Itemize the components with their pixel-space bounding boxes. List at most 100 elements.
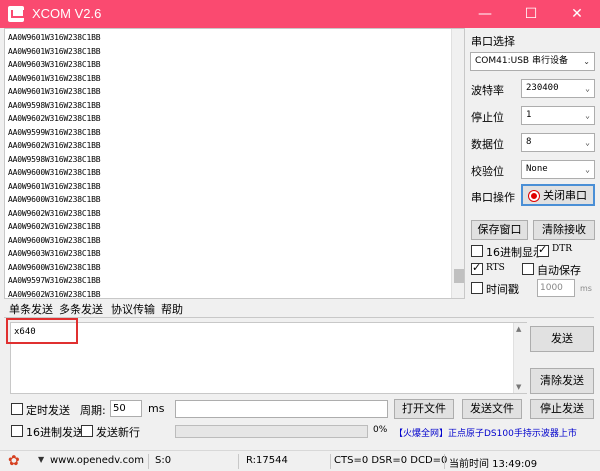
parity-label: 校验位 bbox=[471, 165, 504, 178]
receive-line: AA0W9598W316W238C1BB bbox=[8, 154, 101, 164]
period-unit: ms bbox=[148, 402, 165, 415]
gear-icon[interactable]: ✿ bbox=[8, 453, 20, 469]
baud-select[interactable]: 230400 ⌄ bbox=[521, 79, 595, 98]
clear-send-button[interactable]: 清除发送 bbox=[530, 368, 594, 394]
dtr-checkbox[interactable] bbox=[537, 243, 549, 257]
send-scrollbar[interactable]: ▲ ▼ bbox=[513, 323, 527, 393]
receive-line: AA0W9600W316W238C1BB bbox=[8, 235, 101, 245]
line-status: CTS=0 DSR=0 DCD=0 bbox=[334, 455, 448, 466]
app-icon bbox=[8, 6, 25, 22]
receive-textarea[interactable]: AA0W9601W316W238C1BB AA0W9601W316W238C1BB… bbox=[4, 28, 465, 299]
timestamp-interval-input[interactable]: 1000 bbox=[537, 279, 575, 297]
stop-bit-value: 1 bbox=[526, 110, 532, 120]
baud-label: 波特率 bbox=[471, 84, 504, 97]
receive-line: AA0W9602W316W238C1BB bbox=[8, 222, 101, 231]
port-op-label: 串口操作 bbox=[471, 191, 515, 204]
timestamp-label: 时间戳 bbox=[486, 283, 519, 296]
hex-send-checkbox[interactable] bbox=[11, 425, 23, 437]
dropdown-icon[interactable]: ▼ bbox=[38, 455, 44, 464]
scroll-thumb[interactable] bbox=[454, 269, 464, 283]
timed-send-label: 定时发送 bbox=[26, 404, 70, 417]
scroll-down-icon[interactable]: ▼ bbox=[516, 383, 521, 391]
period-input[interactable]: 50 bbox=[110, 400, 142, 417]
receive-line: AA0W9602W316W238C1BB bbox=[8, 208, 101, 218]
close-button[interactable]: ✕ bbox=[554, 0, 600, 28]
send-textarea[interactable]: x640 ▲ ▼ bbox=[10, 322, 527, 394]
rts-label: RTS bbox=[486, 263, 505, 273]
window-title: XCOM V2.6 bbox=[32, 6, 102, 21]
receive-line: AA0W9601W316W238C1BB bbox=[8, 87, 101, 96]
highlight-box bbox=[6, 318, 78, 344]
maximize-button[interactable]: ☐ bbox=[508, 0, 554, 28]
newline-label: 发送新行 bbox=[96, 426, 140, 439]
clear-receive-button[interactable]: 清除接收 bbox=[533, 220, 595, 240]
data-bit-label: 数据位 bbox=[471, 138, 504, 151]
newline-checkbox[interactable] bbox=[81, 425, 93, 437]
stop-send-button[interactable]: 停止发送 bbox=[530, 399, 594, 419]
stop-bit-label: 停止位 bbox=[471, 111, 504, 124]
chevron-down-icon: ⌄ bbox=[585, 84, 590, 93]
receive-line: AA0W9601W316W238C1BB bbox=[8, 46, 101, 56]
rts-checkbox[interactable] bbox=[471, 261, 483, 275]
close-port-button[interactable]: 关闭串口 bbox=[521, 184, 595, 206]
receive-line: AA0W9603W316W238C1BB bbox=[8, 249, 101, 258]
chevron-down-icon: ⌄ bbox=[583, 57, 590, 66]
website-link[interactable]: www.openedv.com bbox=[50, 455, 144, 466]
data-bit-select[interactable]: 8 ⌄ bbox=[521, 133, 595, 152]
baud-value: 230400 bbox=[526, 83, 559, 93]
timed-send-checkbox[interactable] bbox=[11, 403, 23, 415]
current-time: 当前时间 13:49:09 bbox=[449, 459, 538, 470]
timestamp-checkbox[interactable] bbox=[471, 282, 483, 294]
parity-select[interactable]: None ⌄ bbox=[521, 160, 595, 179]
title-bar[interactable]: XCOM V2.6 — ☐ ✕ bbox=[0, 0, 600, 28]
receive-line: AA0W9603W316W238C1BB bbox=[8, 60, 101, 69]
chevron-down-icon: ⌄ bbox=[585, 138, 590, 147]
hex-send-label: 16进制发送 bbox=[26, 426, 84, 439]
send-file-button[interactable]: 发送文件 bbox=[462, 399, 522, 419]
received-count: R:17544 bbox=[246, 455, 288, 466]
dtr-label: DTR bbox=[552, 244, 572, 254]
receive-line: AA0W9599W316W238C1BB bbox=[8, 127, 101, 137]
send-progress-text: 0% bbox=[373, 425, 388, 435]
receive-lines: AA0W9601W316W238C1BB AA0W9601W316W238C1BB… bbox=[8, 31, 101, 298]
status-separator bbox=[238, 454, 239, 469]
send-button[interactable]: 发送 bbox=[530, 326, 594, 352]
close-port-label: 关闭串口 bbox=[543, 189, 587, 202]
save-window-button[interactable]: 保存窗口 bbox=[471, 220, 528, 240]
hex-display-checkbox[interactable] bbox=[471, 245, 483, 257]
chevron-down-icon: ⌄ bbox=[585, 111, 590, 120]
receive-line: AA0W9601W316W238C1BB bbox=[8, 73, 101, 83]
receive-line: AA0W9600W316W238C1BB bbox=[8, 262, 101, 272]
tab-single-send[interactable]: 单条发送 bbox=[9, 302, 53, 318]
port-value: COM41:USB 串行设备 bbox=[475, 56, 568, 66]
port-status-dot-icon bbox=[529, 191, 539, 201]
ad-link[interactable]: 【火爆全网】正点原子DS100手持示波器上市 bbox=[394, 426, 577, 439]
auto-save-checkbox[interactable] bbox=[522, 263, 534, 275]
status-separator bbox=[444, 454, 445, 469]
period-label: 周期: bbox=[80, 404, 106, 417]
receive-line: AA0W9598W316W238C1BB bbox=[8, 100, 101, 110]
receive-line: AA0W9600W316W238C1BB bbox=[8, 168, 101, 177]
scroll-up-icon[interactable]: ▲ bbox=[516, 325, 521, 333]
tab-protocol[interactable]: 协议传输 bbox=[111, 302, 155, 318]
receive-line: AA0W9600W316W238C1BB bbox=[8, 195, 101, 204]
file-path-input[interactable] bbox=[175, 400, 388, 418]
tab-help[interactable]: 帮助 bbox=[161, 302, 183, 318]
receive-scrollbar[interactable] bbox=[451, 29, 464, 298]
minimize-button[interactable]: — bbox=[462, 0, 508, 28]
port-section-label: 串口选择 bbox=[471, 35, 515, 48]
port-select[interactable]: COM41:USB 串行设备 ⌄ bbox=[470, 52, 595, 71]
receive-line: AA0W9602W316W238C1BB bbox=[8, 114, 101, 123]
status-separator bbox=[330, 454, 331, 469]
receive-line: AA0W9597W316W238C1BB bbox=[8, 276, 101, 285]
tab-multi-send[interactable]: 多条发送 bbox=[59, 302, 103, 318]
chevron-down-icon: ⌄ bbox=[585, 165, 590, 174]
data-bit-value: 8 bbox=[526, 137, 532, 147]
open-file-button[interactable]: 打开文件 bbox=[394, 399, 454, 419]
parity-value: None bbox=[526, 164, 548, 174]
send-progress-bar bbox=[175, 425, 368, 438]
status-bar: ✿ ▼ www.openedv.com S:0 R:17544 CTS=0 DS… bbox=[0, 450, 600, 471]
stop-bit-select[interactable]: 1 ⌄ bbox=[521, 106, 595, 125]
receive-line: AA0W9602W316W238C1BB bbox=[8, 141, 101, 150]
status-separator bbox=[148, 454, 149, 469]
